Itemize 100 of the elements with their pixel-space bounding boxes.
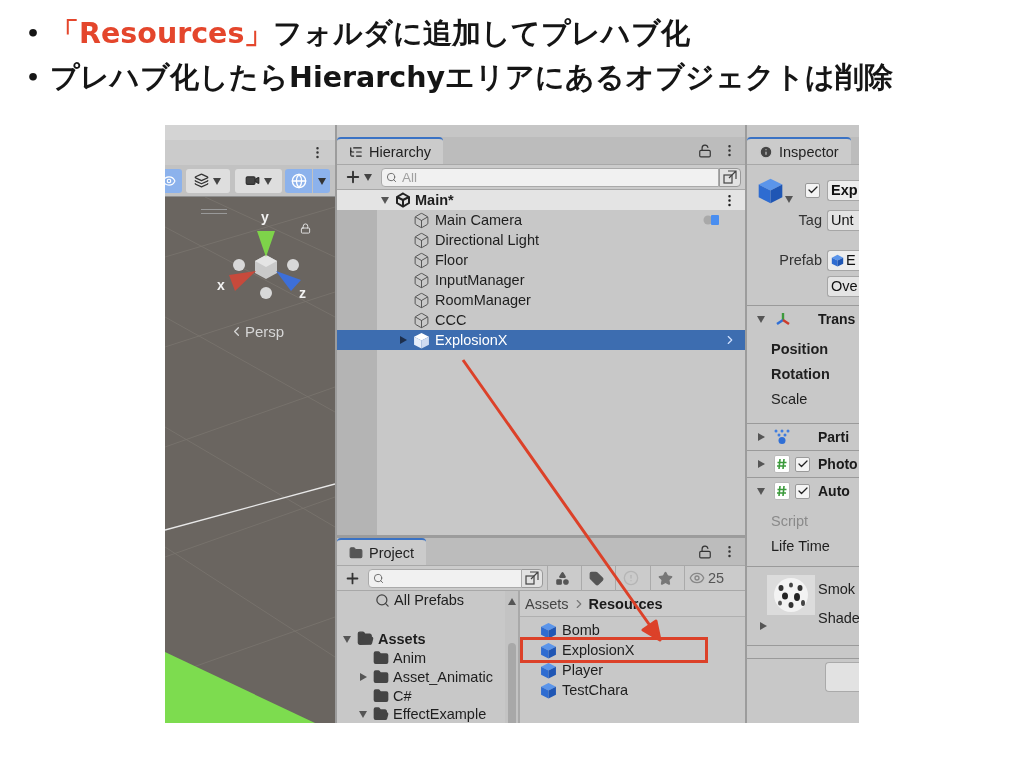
cube-icon	[413, 251, 430, 269]
folder-icon	[373, 687, 389, 704]
component-header[interactable]: Trans	[747, 305, 859, 332]
hierarchy-item[interactable]: InputManager	[337, 270, 745, 290]
lock-icon[interactable]	[300, 223, 311, 234]
checkbox[interactable]	[795, 483, 810, 499]
folder-item[interactable]: C#	[337, 686, 505, 705]
bullet-text: 「Resources」フォルダに追加してプレハブ化	[50, 16, 691, 52]
window-icon	[723, 170, 737, 184]
caret-right-icon[interactable]	[756, 459, 766, 469]
lock-icon[interactable]	[698, 143, 712, 158]
hierarchy-item[interactable]: ExplosionX	[337, 330, 745, 350]
tag-dropdown[interactable]: Unt	[827, 209, 859, 231]
name-field[interactable]: Exp	[827, 179, 859, 201]
folder-icon	[357, 630, 374, 647]
field-label: Tag	[798, 212, 822, 228]
cube-icon	[540, 681, 557, 699]
checkbox[interactable]	[805, 182, 820, 198]
layers-button[interactable]	[186, 168, 230, 193]
folder-icon	[373, 649, 389, 666]
plus-icon	[344, 168, 362, 186]
folder-item[interactable]: Anim	[337, 648, 505, 667]
scrollbar[interactable]	[505, 591, 518, 723]
scene-root-item[interactable]: Main*	[337, 190, 745, 210]
caret-down-icon	[212, 175, 222, 186]
caret-down-icon	[363, 172, 373, 182]
globe-icon	[290, 172, 307, 189]
check-icon	[806, 184, 819, 196]
hierarchy-item[interactable]: CCC	[337, 310, 745, 330]
search-field[interactable]: All	[381, 167, 719, 187]
lock-icon[interactable]	[698, 544, 712, 559]
search-mode-button[interactable]	[521, 568, 543, 588]
bullet-marker: •	[26, 64, 41, 92]
component-header[interactable]: Parti	[747, 423, 859, 450]
bullet-marker: •	[26, 20, 41, 48]
cube-icon	[540, 621, 557, 639]
eye-icon	[689, 570, 705, 586]
check-icon	[796, 458, 809, 470]
tag-icon	[589, 570, 604, 586]
hierarchy-item[interactable]: RoomManager	[337, 290, 745, 310]
cube-icon	[757, 176, 784, 204]
hierarchy-item[interactable]: Floor	[337, 250, 745, 270]
property-label: Scale	[770, 389, 809, 409]
window-icon	[525, 571, 539, 585]
cube-icon	[540, 661, 557, 679]
asset-item[interactable]: Bomb	[520, 620, 745, 640]
caret-down-icon[interactable]	[756, 314, 766, 324]
projection-label[interactable]: Persp	[245, 323, 285, 340]
component-header[interactable]: Auto	[747, 477, 859, 504]
script-icon	[774, 482, 790, 500]
shapes-icon	[555, 570, 570, 586]
cube-icon	[413, 271, 430, 289]
asset-item[interactable]: ExplosionX	[523, 640, 705, 660]
panel-tab[interactable]: Inspector	[747, 137, 851, 164]
camera-button[interactable]	[235, 168, 282, 193]
camera-icon	[244, 173, 260, 188]
particles-icon	[774, 429, 790, 445]
overrides-button[interactable]: Ove	[827, 275, 859, 297]
cube-icon	[413, 211, 430, 229]
folder-icon	[349, 545, 363, 560]
search-field[interactable]	[368, 568, 522, 588]
checkbox[interactable]	[795, 456, 810, 472]
hierarchy-item[interactable]: Directional Light	[337, 230, 745, 250]
search-icon	[375, 592, 390, 608]
caret-down-icon[interactable]	[358, 709, 368, 719]
folder-icon	[373, 706, 389, 722]
caret-up-icon[interactable]	[506, 597, 517, 607]
caret-down-icon[interactable]	[756, 486, 766, 496]
hierarchy-item[interactable]: Main Camera	[337, 210, 745, 230]
folder-item[interactable]: Asset_Animatic	[337, 667, 505, 686]
folder-item[interactable]: EffectExample	[337, 705, 505, 723]
star-icon	[658, 570, 673, 586]
cube-icon	[831, 253, 844, 267]
alert-icon	[623, 570, 639, 586]
view-toggle-button[interactable]	[165, 168, 182, 193]
axis-label: x	[217, 277, 225, 293]
caret-right-icon[interactable]	[756, 432, 766, 442]
component-header[interactable]: Photo	[747, 450, 859, 477]
breadcrumb-item[interactable]: Assets	[525, 595, 569, 612]
asset-item[interactable]: Player	[520, 660, 745, 680]
caret-down-icon[interactable]	[380, 195, 390, 205]
check-icon	[796, 485, 809, 497]
caret-right-icon[interactable]	[358, 671, 368, 682]
favorite-item[interactable]: All Prefabs	[337, 591, 505, 609]
panel-tab[interactable]: Project	[337, 538, 427, 565]
drag-handle[interactable]	[201, 209, 227, 214]
prefab-field[interactable]: E	[827, 249, 859, 271]
dropdown-button[interactable]	[313, 168, 330, 193]
caret-down-icon[interactable]	[342, 633, 352, 644]
caret-right-icon[interactable]	[758, 621, 768, 631]
material-name: Smok	[818, 581, 857, 597]
list-icon	[349, 144, 363, 159]
asset-item[interactable]: TestChara	[520, 680, 745, 700]
panel-tab[interactable]: Hierarchy	[337, 137, 444, 164]
search-mode-button[interactable]	[719, 167, 741, 187]
cube-icon	[413, 331, 430, 349]
caret-down-icon	[316, 175, 327, 186]
caret-right-icon[interactable]	[398, 335, 408, 345]
folder-item[interactable]: Assets	[337, 629, 505, 648]
visibility-count-button[interactable]: 25	[684, 565, 729, 591]
